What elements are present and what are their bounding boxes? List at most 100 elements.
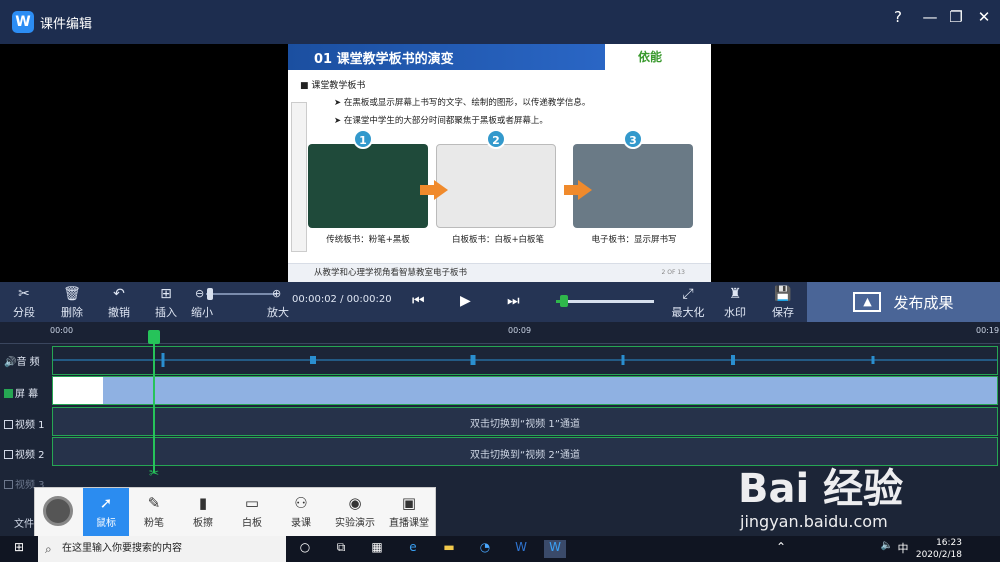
- screen-track[interactable]: [52, 376, 998, 405]
- browser-icon[interactable]: ◔: [474, 540, 496, 558]
- stamp-icon: ♜: [728, 286, 742, 302]
- maximize-icon: ⤢: [682, 286, 694, 302]
- delete-button[interactable]: 🗑 删除: [54, 286, 90, 320]
- step-number: 3: [623, 129, 643, 149]
- slide-title: 01 课堂教学板书的演变: [314, 51, 454, 67]
- task-view-icon[interactable]: ⧉: [330, 540, 352, 558]
- slide-preview[interactable]: 01 课堂教学板书的演变 依能 ■ 课堂教学板书 ➤ 在黑板或显示屏幕上书写的文…: [288, 44, 711, 282]
- maximize-button[interactable]: ⤢ 最大化: [668, 286, 708, 320]
- slide-page-number: 2 OF 13: [661, 269, 685, 276]
- file-label: 文件: [14, 519, 34, 530]
- screen-thumbnail: [53, 377, 103, 404]
- file-explorer-icon[interactable]: ▬: [438, 540, 460, 558]
- undo-button[interactable]: ↶ 撤销: [101, 286, 137, 320]
- mouse-tool-button[interactable]: ➚ 鼠标: [83, 488, 129, 536]
- scissors-icon: ✂: [18, 286, 30, 302]
- publish-button[interactable]: ▲ 发布成果: [807, 282, 1000, 322]
- zoom-out-button[interactable]: 缩小: [182, 304, 222, 320]
- eraser-tool-button[interactable]: ▮ 板擦: [180, 494, 226, 529]
- video3-checkbox[interactable]: [4, 480, 13, 489]
- insert-icon: ⊞: [160, 286, 172, 302]
- taskbar-clock[interactable]: 16:23 2020/2/18: [916, 537, 962, 561]
- zoom-out-icon[interactable]: ⊖: [195, 287, 204, 300]
- screen-track-checkbox[interactable]: [4, 389, 13, 398]
- whiteboard-icon: ▭: [244, 494, 260, 512]
- screen-track-label[interactable]: 屏 幕: [4, 385, 38, 400]
- floating-toolbar: ➚ 鼠标 ✎ 粉笔 ▮ 板擦 ▭ 白板 ⚇ 录课 ◉ 实验演示 ▣ 直播课堂: [34, 487, 436, 537]
- ruler-label: 00:09: [508, 326, 532, 335]
- title-bar: W 课件编辑 ? — ❐ ✕: [0, 0, 1000, 44]
- playhead-scissors-icon[interactable]: ✂: [149, 466, 159, 480]
- volume-slider-handle[interactable]: [560, 295, 568, 307]
- split-button[interactable]: ✂ 分段: [6, 286, 42, 320]
- slide-caption: 电子板书：显示屏书写: [591, 235, 677, 245]
- whiteboard-tool-button[interactable]: ▭ 白板: [229, 494, 275, 529]
- audio-waveform: [53, 353, 997, 367]
- help-button[interactable]: ?: [886, 8, 910, 26]
- play-icon[interactable]: ▶: [460, 293, 471, 309]
- step-number: 2: [486, 129, 506, 149]
- save-button[interactable]: 💾 保存: [765, 286, 801, 320]
- cortana-icon[interactable]: ○: [294, 540, 316, 558]
- zoom-in-button[interactable]: 放大: [258, 304, 298, 320]
- publish-icon: ▲: [853, 292, 882, 312]
- slide-bullet: ➤ 在黑板或显示屏幕上书写的文字、绘制的图形，以传递教学信息。: [334, 98, 591, 108]
- edge-icon[interactable]: e: [402, 540, 424, 558]
- pen-icon: ✎: [147, 494, 161, 512]
- app-logo-icon: W: [12, 11, 34, 33]
- avatar[interactable]: [43, 496, 73, 526]
- cursor-icon: ➚: [99, 494, 113, 512]
- word-icon[interactable]: W: [510, 540, 532, 558]
- windows-start-icon[interactable]: ⊞: [8, 540, 30, 558]
- restore-button[interactable]: ❐: [944, 8, 968, 26]
- insert-button[interactable]: ⊞ 插入: [148, 286, 184, 320]
- video2-track-label[interactable]: 视频 2: [4, 446, 45, 461]
- taskbar: ⊞ ⌕ 在这里输入你要搜索的内容 ○ ⧉ ▦ e ▬ ◔ W W ⌃ 🔈 中 16…: [0, 536, 1000, 562]
- live-class-button[interactable]: ▣ 直播课堂: [381, 494, 437, 529]
- chalk-tool-button[interactable]: ✎ 粉笔: [131, 494, 177, 529]
- chalkboard-image: [308, 144, 428, 228]
- minimize-button[interactable]: —: [918, 8, 942, 26]
- slide-side-toolbar[interactable]: [291, 102, 307, 252]
- zoom-in-icon[interactable]: ⊕: [272, 287, 281, 300]
- slide-brand: 依能: [638, 50, 663, 64]
- video1-hint: 双击切换到“视频 1”通道: [470, 419, 580, 430]
- watermark-button[interactable]: ♜ 水印: [717, 286, 753, 320]
- search-icon: ⌕: [45, 542, 52, 556]
- trash-icon: 🗑: [63, 286, 81, 302]
- ime-indicator[interactable]: 中: [892, 540, 914, 558]
- record-button[interactable]: ⚇ 录课: [278, 494, 324, 529]
- slide-caption: 白板板书：白板+白板笔: [451, 235, 545, 245]
- video1-track-label[interactable]: 视频 1: [4, 416, 45, 431]
- playhead[interactable]: [153, 332, 155, 472]
- courseware-app-icon[interactable]: W: [544, 540, 566, 558]
- arrow-icon: [420, 180, 448, 200]
- slide-bullet: ➤ 在课堂中学生的大部分时间都聚焦于黑板或者屏幕上。: [334, 116, 548, 126]
- camera-icon: ◉: [348, 494, 362, 512]
- video1-checkbox[interactable]: [4, 420, 13, 429]
- next-icon[interactable]: ⏭: [507, 293, 520, 309]
- demo-button[interactable]: ◉ 实验演示: [327, 494, 383, 529]
- taskbar-search[interactable]: ⌕ 在这里输入你要搜索的内容: [38, 536, 286, 562]
- previous-icon[interactable]: ⏮: [412, 293, 425, 309]
- live-icon: ▣: [401, 494, 417, 512]
- time-display: 00:00:02 / 00:00:20: [292, 294, 392, 305]
- volume-slider[interactable]: [556, 300, 654, 303]
- slide-caption: 传统板书：粉笔+黑板: [326, 235, 410, 245]
- undo-icon: ↶: [113, 286, 125, 302]
- tray-expand-icon[interactable]: ⌃: [770, 540, 792, 558]
- arrow-icon: [564, 180, 592, 200]
- eraser-icon: ▮: [198, 494, 208, 512]
- ruler-label: 00:19: [976, 326, 1000, 335]
- baidu-watermark: Bai 经验: [738, 466, 904, 512]
- audio-track[interactable]: [52, 346, 998, 375]
- zoom-slider[interactable]: [206, 293, 276, 295]
- baidu-watermark-url: jingyan.baidu.com: [740, 512, 888, 531]
- calculator-icon[interactable]: ▦: [366, 540, 388, 558]
- zoom-slider-handle[interactable]: [207, 288, 213, 300]
- ruler-label: 00:00: [50, 326, 74, 335]
- save-icon: 💾: [774, 286, 792, 302]
- close-button[interactable]: ✕: [972, 8, 996, 26]
- slide-footer: 从教学和心理学视角看智慧教室电子板书 2 OF 13: [288, 263, 711, 282]
- video2-checkbox[interactable]: [4, 450, 13, 459]
